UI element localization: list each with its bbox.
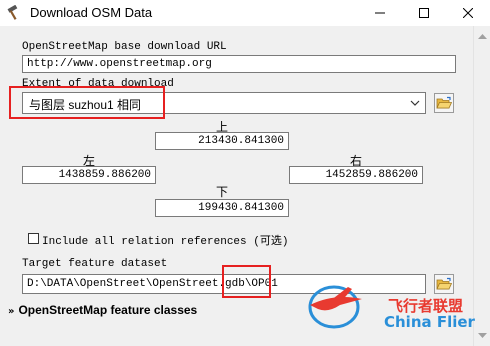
base-url-input[interactable]: http://www.openstreetmap.org [22,55,456,73]
extent-left-input[interactable]: 1438859.886200 [22,166,156,184]
extent-browse-button[interactable] [434,93,454,113]
extent-right-input[interactable]: 1452859.886200 [289,166,423,184]
title-bar: Download OSM Data [0,0,490,26]
minimize-button[interactable] [358,0,402,26]
extent-bottom-input[interactable]: 199430.841300 [155,199,289,217]
window-title: Download OSM Data [30,5,153,20]
feature-classes-label: OpenStreetMap feature classes [18,303,198,317]
extent-bottom-label: 下 [216,185,229,199]
feature-classes-section-toggle[interactable]: » OpenStreetMap feature classes [8,303,197,317]
double-chevron-down-icon: » [8,306,15,317]
scroll-up-arrow-icon[interactable] [474,30,490,44]
include-relations-checkbox[interactable] [28,233,39,244]
minimize-icon [375,12,385,14]
include-relations-label: Include all relation references (可选) [42,236,289,248]
target-dataset-label: Target feature dataset [22,258,168,270]
extent-top-input[interactable]: 213430.841300 [155,132,289,150]
china-flier-watermark: 飞行者联盟 China Flier [300,275,490,335]
base-url-label: OpenStreetMap base download URL [22,41,227,53]
extent-selected-value: 与图层 suzhou1 相同 [29,98,142,112]
watermark-en-text: China Flier [384,313,475,331]
close-icon [463,8,473,18]
close-button[interactable] [446,0,490,26]
download-osm-window: Download OSM Data OpenStreetMap base dow… [0,0,490,346]
maximize-button[interactable] [402,0,446,26]
extent-label: Extent of data download [22,78,174,90]
maximize-icon [419,8,429,18]
extent-combobox[interactable]: 与图层 suzhou1 相同 [22,92,426,114]
open-folder-icon [436,96,452,109]
chevron-down-icon [410,100,420,106]
hammer-tool-icon [6,4,22,21]
